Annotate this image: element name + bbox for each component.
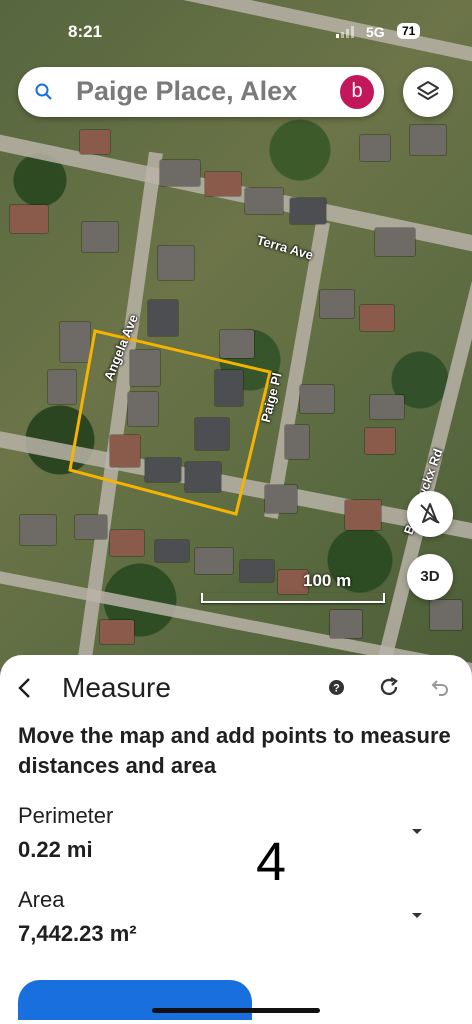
undo-icon[interactable]: [430, 677, 450, 697]
battery-icon: 71: [397, 23, 421, 39]
status-time: 8:21: [68, 22, 103, 41]
measured-area-outline: [68, 329, 272, 516]
add-point-button[interactable]: [18, 980, 252, 1020]
home-indicator: [152, 1008, 320, 1013]
sheet-title: Measure: [62, 672, 171, 703]
points-count: 4: [256, 832, 287, 892]
instruction-text: Move the map and add points to measure d…: [18, 723, 451, 778]
area-label: Area: [18, 887, 65, 912]
measure-sheet: Measure ? Move the map and add points to…: [0, 655, 472, 1024]
search-bar[interactable]: Paige Place, Alex b: [18, 67, 384, 117]
back-arrow-icon[interactable]: [14, 675, 36, 701]
layers-icon: [417, 81, 439, 100]
scale-label: 100 m: [303, 571, 352, 590]
scale-bar: [201, 593, 385, 603]
compass-button[interactable]: [407, 491, 453, 537]
perimeter-label: Perimeter: [18, 803, 114, 828]
network-type: 5G: [366, 24, 385, 40]
navigation-off-icon: [420, 503, 440, 524]
area-value: 7,442.23 m²: [18, 921, 137, 946]
refresh-icon[interactable]: [378, 676, 400, 698]
account-avatar[interactable]: b: [340, 75, 374, 109]
help-icon[interactable]: ?: [329, 680, 344, 695]
signal-icon: [336, 26, 354, 38]
perimeter-unit-dropdown[interactable]: [412, 829, 422, 834]
3d-toggle-button[interactable]: 3D: [407, 554, 453, 600]
area-unit-dropdown[interactable]: [412, 913, 422, 918]
perimeter-value: 0.22 mi: [18, 837, 93, 862]
svg-text:?: ?: [333, 683, 340, 695]
status-bar: 8:21 5G 71: [0, 18, 472, 46]
search-icon: [35, 83, 52, 100]
search-query[interactable]: Paige Place, Alex: [76, 76, 348, 107]
layers-button[interactable]: [403, 67, 453, 117]
